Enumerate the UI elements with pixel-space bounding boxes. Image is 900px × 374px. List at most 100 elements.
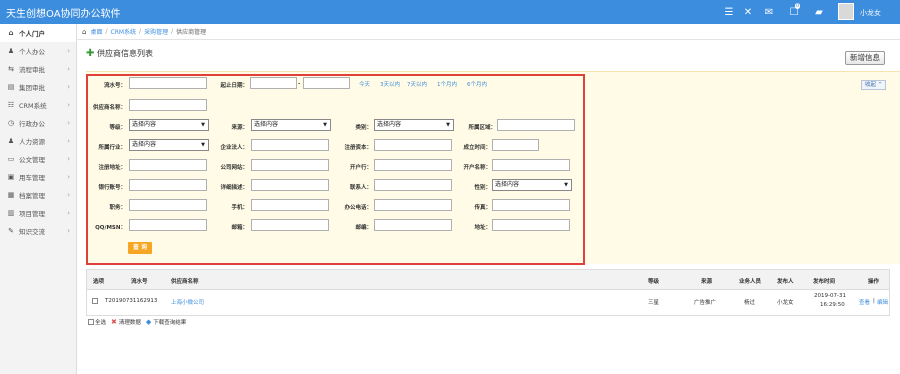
- breadcrumb-separator: /: [139, 28, 142, 35]
- location-input[interactable]: [492, 219, 570, 231]
- quick-date-1[interactable]: 3天以内: [380, 80, 400, 88]
- row-date: 2019-07-31: [814, 293, 846, 299]
- select-all-label[interactable]: 全选: [95, 318, 106, 326]
- label-account-name: 开户名称：: [463, 165, 491, 171]
- row-source: 广告推广: [694, 300, 717, 306]
- sidebar-item-knowledge[interactable]: ✎ 知识交流 ›: [0, 222, 76, 240]
- start-date-input[interactable]: [250, 77, 297, 89]
- row-serial: T20190731162913: [105, 298, 158, 304]
- breadcrumb-crm[interactable]: CRM系统: [111, 27, 137, 36]
- label-postcode: 邮编：: [355, 225, 372, 231]
- row-staff: 杨过: [744, 300, 756, 306]
- fax-input[interactable]: [492, 199, 570, 211]
- label-supplier-name: 供应商名称：: [92, 105, 126, 111]
- sidebar-item-group[interactable]: ▤ 集团审批 ›: [0, 78, 76, 96]
- username[interactable]: 小龙女: [860, 8, 881, 18]
- quick-date-4[interactable]: 6个月内: [467, 80, 487, 88]
- home-icon[interactable]: ⌂: [82, 28, 86, 36]
- header-action: 操作: [868, 279, 880, 285]
- new-info-button[interactable]: 新增信息: [845, 51, 885, 65]
- top-bar: 天生创想OA协同办公软件 ☰ ✕ ✉ ☐ 0 ▰ 小龙女: [0, 0, 900, 24]
- sidebar-item-crm[interactable]: ☷ CRM系统 ›: [0, 96, 76, 114]
- fullscreen-icon[interactable]: ✕: [742, 6, 754, 18]
- sidebar-item-project[interactable]: ▥ 项目管理 ›: [0, 204, 76, 222]
- download-link[interactable]: 下载查询结果: [153, 318, 186, 326]
- label-source: 来源：: [231, 125, 248, 131]
- gender-select[interactable]: 选择内容 ▼: [492, 179, 572, 191]
- row-time: 16:29:50: [820, 302, 845, 308]
- sidebar-item-admin[interactable]: ◷ 行政办公 ›: [0, 114, 76, 132]
- plus-icon: ✚: [86, 47, 95, 59]
- collapse-button[interactable]: 收起 ⌃: [861, 80, 887, 90]
- breadcrumb-current: 供应商管理: [176, 29, 207, 36]
- sidebar-item-label: 流程审批: [19, 66, 45, 74]
- label-founded: 成立时间：: [463, 145, 491, 151]
- label-industry: 所属行业：: [98, 145, 126, 151]
- breadcrumb-purchase[interactable]: 采购管理: [144, 27, 168, 36]
- row-publisher: 小龙女: [777, 300, 794, 306]
- clear-data-link[interactable]: 清理数据: [119, 318, 141, 326]
- end-date-input[interactable]: [303, 77, 350, 89]
- label-position: 职务：: [109, 205, 126, 211]
- download-icon[interactable]: ◆: [146, 318, 151, 326]
- label-address: 详细描述：: [220, 185, 248, 191]
- sidebar-item-flow[interactable]: ⇆ 流程审批 ›: [0, 60, 76, 78]
- region-input[interactable]: [497, 119, 575, 131]
- account-name-input[interactable]: [492, 159, 570, 171]
- header-select: 选项: [93, 279, 105, 285]
- sidebar-item-label: 行政办公: [19, 120, 45, 128]
- menu-icon[interactable]: ☰: [723, 6, 735, 18]
- sidebar-item-document[interactable]: ▭ 公文管理 ›: [0, 150, 76, 168]
- sidebar-item-home[interactable]: ⌂ 个人门户: [0, 24, 76, 42]
- edit-link[interactable]: 编辑: [877, 298, 888, 306]
- app-title: 天生创想OA协同办公软件: [6, 9, 121, 20]
- row-supplier-name[interactable]: 上海小微公司: [171, 298, 204, 306]
- select-value: 选择内容: [377, 121, 402, 128]
- breadcrumb-desktop[interactable]: 桌面: [90, 27, 102, 36]
- chevron-right-icon: ›: [67, 47, 70, 55]
- quick-date-0[interactable]: 今天: [359, 80, 370, 88]
- mail-icon[interactable]: ☐ 0: [788, 3, 801, 18]
- quick-date-3[interactable]: 1个月内: [437, 80, 457, 88]
- header-staff: 业务人员: [739, 279, 762, 285]
- label-serial: 流水号：: [103, 83, 126, 89]
- clear-data-icon[interactable]: ✖: [111, 318, 117, 326]
- document-icon: ▭: [7, 155, 15, 163]
- admin-icon: ◷: [7, 119, 15, 127]
- founded-input[interactable]: [492, 139, 539, 151]
- breadcrumb-separator: /: [105, 28, 108, 35]
- label-fax: 传真：: [474, 205, 491, 211]
- sidebar-item-archive[interactable]: ▦ 档案管理 ›: [0, 186, 76, 204]
- table-row: T20190731162913 上海小微公司 三星 广告推广 杨过 小龙女 20…: [86, 290, 890, 316]
- query-button[interactable]: 查 询: [128, 242, 152, 254]
- header-serial: 流水号: [131, 279, 148, 285]
- quick-date-2[interactable]: 7天以内: [407, 80, 427, 88]
- label-location: 地址：: [474, 225, 491, 231]
- label-website: 公司网站：: [220, 165, 248, 171]
- label-gender: 性别：: [474, 185, 491, 191]
- sidebar-item-hr[interactable]: ♟ 人力资源 ›: [0, 132, 76, 150]
- label-qq: QQ/MSN：: [95, 225, 126, 231]
- label-category: 类别：: [355, 125, 372, 131]
- group-icon: ▤: [7, 83, 15, 91]
- label-mobile: 手机：: [231, 205, 248, 211]
- car-icon: ▣: [7, 173, 15, 181]
- sidebar-item-user[interactable]: ♟ 个人办公 ›: [0, 42, 76, 60]
- breadcrumb-separator: /: [171, 28, 174, 35]
- supplier-name-input[interactable]: [129, 99, 207, 111]
- header-name: 供应商名称: [171, 279, 199, 285]
- select-all-checkbox[interactable]: [88, 319, 94, 325]
- message-icon[interactable]: ▰: [813, 6, 825, 18]
- avatar[interactable]: [838, 3, 854, 20]
- sidebar-item-car[interactable]: ▣ 用车管理 ›: [0, 168, 76, 186]
- chat-icon[interactable]: ✉: [763, 6, 775, 18]
- hr-icon: ♟: [7, 137, 15, 145]
- sidebar-item-label: 项目管理: [19, 210, 45, 218]
- select-value: 选择内容: [254, 121, 279, 128]
- sidebar-item-label: CRM系统: [19, 102, 47, 110]
- view-link[interactable]: 查看: [859, 298, 870, 306]
- row-checkbox[interactable]: [92, 298, 98, 304]
- sidebar-item-label: 知识交流: [19, 228, 45, 236]
- date-separator: -: [298, 81, 301, 87]
- sidebar-item-label: 档案管理: [19, 192, 45, 200]
